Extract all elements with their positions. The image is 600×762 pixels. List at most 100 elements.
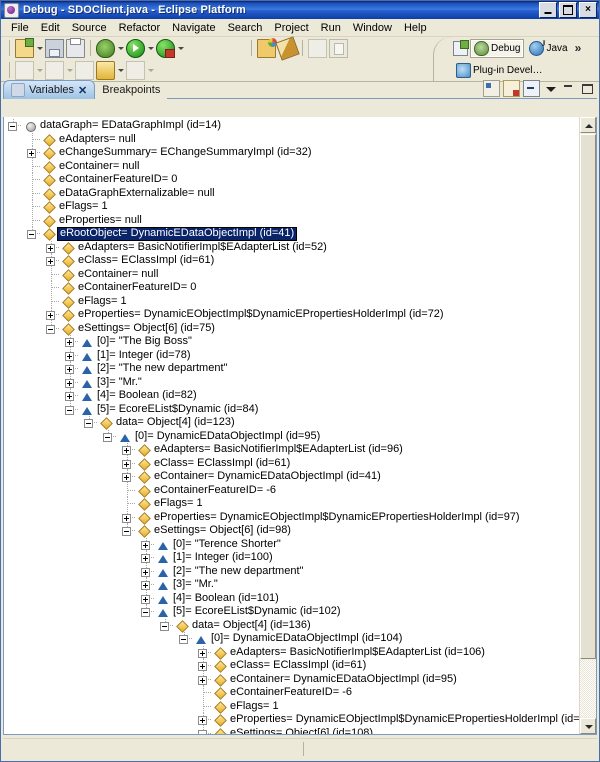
menu-search[interactable]: Search	[222, 21, 269, 35]
menu-window[interactable]: Window	[347, 21, 398, 35]
collapse-icon[interactable]	[122, 527, 131, 536]
expand-icon[interactable]	[141, 567, 150, 577]
tree-row[interactable]: eProperties= DynamicEObjectImpl$DynamicE…	[4, 713, 579, 727]
tree-row[interactable]: eContainer= null	[4, 159, 579, 174]
tree-expander[interactable]	[137, 578, 156, 592]
show-type-names-icon[interactable]	[503, 79, 520, 97]
tree-row[interactable]: eClass= EClassImpl (id=61)	[4, 254, 579, 268]
expand-icon[interactable]	[65, 392, 74, 401]
tree-row[interactable]: eContainer= DynamicEDataObjectImpl (id=9…	[4, 672, 579, 687]
collapse-icon[interactable]	[8, 122, 17, 131]
save-icon[interactable]	[45, 38, 64, 58]
tree-expander[interactable]	[194, 659, 213, 673]
tree-row[interactable]: eContainerFeatureID= 0	[4, 173, 579, 187]
menu-navigate[interactable]: Navigate	[166, 21, 221, 35]
menu-file[interactable]: File	[5, 21, 35, 35]
expand-icon[interactable]	[122, 473, 131, 482]
tree-row[interactable]: [2]= "The new department"	[4, 564, 579, 579]
tree-expander[interactable]	[118, 510, 137, 525]
tree-expander[interactable]	[61, 348, 80, 363]
tree-row[interactable]: eDataGraphExternalizable= null	[4, 186, 579, 201]
tree-expander[interactable]	[118, 470, 137, 484]
menu-edit[interactable]: Edit	[35, 21, 66, 35]
minimize-button[interactable]	[539, 2, 557, 18]
tree-scroll-area[interactable]: dataGraph= EDataGraphImpl (id=14) eAdapte…	[4, 117, 579, 734]
tree-expander[interactable]	[194, 672, 213, 687]
expand-icon[interactable]	[65, 365, 74, 374]
expand-icon[interactable]	[198, 716, 207, 725]
tree-expander[interactable]	[118, 456, 137, 471]
expand-icon[interactable]	[141, 554, 150, 563]
tree-row[interactable]: eProperties= DynamicEObjectImpl$DynamicE…	[4, 510, 579, 525]
tree-row[interactable]: eAdapters= null	[4, 132, 579, 147]
perspective-overflow-chevron[interactable]: »	[573, 41, 584, 55]
back-dropdown-arrow[interactable]	[116, 62, 125, 78]
expand-icon[interactable]	[46, 243, 55, 253]
tree-row[interactable]: dataGraph= EDataGraphImpl (id=14)	[4, 119, 579, 133]
collapse-all-icon[interactable]	[523, 79, 540, 97]
perspective-debug[interactable]: Debug	[470, 38, 525, 58]
tree-row[interactable]: [3]= "Mr."	[4, 375, 579, 390]
expand-icon[interactable]	[65, 338, 74, 347]
tree-expander[interactable]	[61, 389, 80, 403]
expand-icon[interactable]	[65, 378, 74, 388]
expand-icon[interactable]	[198, 648, 207, 658]
tree-expander[interactable]	[23, 146, 42, 160]
tree-row[interactable]: eClass= EClassImpl (id=61)	[4, 456, 579, 471]
expand-icon[interactable]	[198, 675, 207, 685]
view-menu-icon[interactable]	[543, 81, 558, 96]
scrollbar-thumb[interactable]	[580, 134, 596, 659]
tree-row[interactable]: eFlags= 1	[4, 200, 579, 214]
tree-row[interactable]: eFlags= 1	[4, 699, 579, 714]
tree-row[interactable]: eFlags= 1	[4, 294, 579, 309]
expand-icon[interactable]	[46, 257, 55, 266]
tree-expander[interactable]	[61, 362, 80, 376]
search-icon[interactable]	[275, 35, 300, 61]
tree-expander[interactable]	[137, 605, 156, 619]
profile-dropdown-arrow[interactable]	[176, 40, 185, 56]
collapse-icon[interactable]	[84, 419, 93, 428]
tree-row[interactable]: [2]= "The new department"	[4, 362, 579, 376]
tree-row[interactable]: eAdapters= BasicNotifierImpl$EAdapterLis…	[4, 645, 579, 660]
tree-row[interactable]: [0]= "The Big Boss"	[4, 335, 579, 349]
maximize-icon[interactable]	[579, 81, 594, 96]
run-dropdown-arrow[interactable]	[146, 40, 155, 56]
tree-expander[interactable]	[42, 321, 61, 336]
new-dropdown-arrow[interactable]	[35, 40, 44, 56]
tree-row[interactable]: eContainerFeatureID= -6	[4, 686, 579, 700]
tree-row[interactable]: eChangeSummary= EChangeSummaryImpl (id=3…	[4, 146, 579, 160]
open-type-icon[interactable]	[257, 37, 277, 58]
collapse-icon[interactable]	[179, 635, 188, 644]
tree-row[interactable]: [5]= EcoreEList$Dynamic (id=84)	[4, 402, 579, 417]
tree-expander[interactable]	[23, 227, 42, 241]
tree-expander[interactable]	[42, 240, 61, 255]
vertical-scrollbar[interactable]	[579, 117, 596, 734]
maximize-button[interactable]	[559, 2, 577, 18]
tab-breakpoints[interactable]: Breakpoints	[95, 81, 167, 99]
tree-expander[interactable]	[175, 632, 194, 646]
expand-icon[interactable]	[27, 149, 36, 158]
tree-row[interactable]: [5]= EcoreEList$Dynamic (id=102)	[4, 605, 579, 619]
run-icon[interactable]	[126, 38, 145, 58]
collapse-icon[interactable]	[27, 230, 36, 239]
tree-expander[interactable]	[99, 429, 118, 444]
tree-expander[interactable]	[156, 618, 175, 633]
expand-icon[interactable]	[141, 581, 150, 590]
tree-row[interactable]: [0]= "Terence Shorter"	[4, 537, 579, 552]
tree-expander[interactable]	[61, 335, 80, 349]
tree-expander[interactable]	[80, 416, 99, 430]
open-perspective-icon[interactable]	[453, 39, 469, 56]
tree-expander[interactable]	[137, 591, 156, 606]
tree-expander[interactable]	[42, 308, 61, 322]
tree-row[interactable]: eContainer= DynamicEDataObjectImpl (id=4…	[4, 470, 579, 484]
menu-refactor[interactable]: Refactor	[113, 21, 167, 35]
tree-row[interactable]: eProperties= DynamicEObjectImpl$DynamicE…	[4, 308, 579, 322]
expand-icon[interactable]	[122, 513, 131, 523]
tab-variables[interactable]: Variables ✕	[3, 80, 96, 99]
tree-row[interactable]: [4]= Boolean (id=82)	[4, 389, 579, 403]
tree-row[interactable]: eFlags= 1	[4, 497, 579, 511]
tree-expander[interactable]	[4, 119, 23, 133]
tree-row[interactable]: eContainerFeatureID= 0	[4, 281, 579, 295]
debug-icon[interactable]	[96, 38, 115, 58]
tree-row[interactable]: eClass= EClassImpl (id=61)	[4, 659, 579, 673]
